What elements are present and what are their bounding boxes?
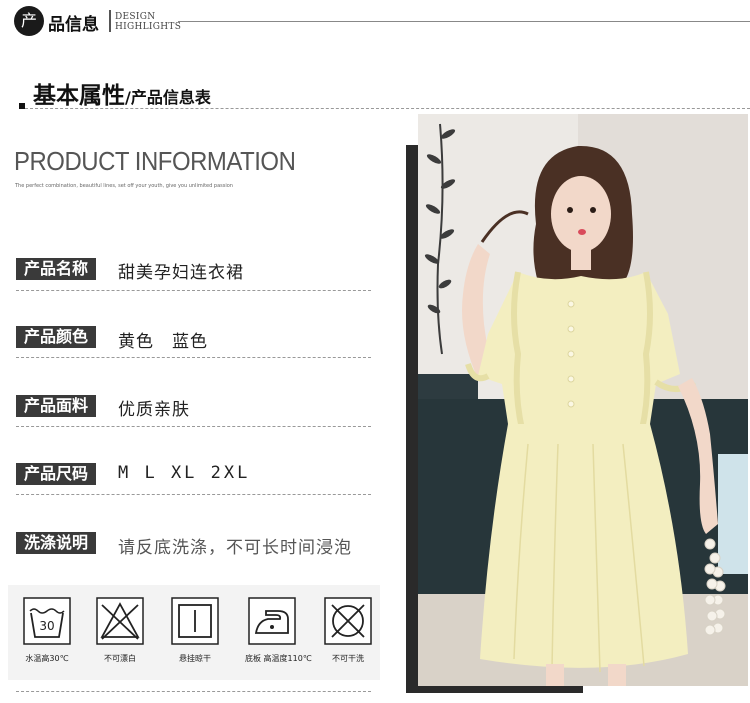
- care-caption: 底板 高温度110℃: [245, 654, 312, 663]
- no-bleach-icon: [96, 597, 144, 645]
- value-size: M L XL 2XL: [118, 463, 251, 483]
- model-dress-illustration: [418, 114, 748, 686]
- header-divider: [109, 10, 111, 32]
- header-english: DESIGN HIGHLIGHTS: [115, 12, 181, 32]
- iron-110-icon: [248, 597, 296, 645]
- bottom-rule: [16, 691, 371, 692]
- label-name: 产品名称: [16, 258, 96, 280]
- header-english-line1: DESIGN: [115, 12, 156, 22]
- care-caption: 水温高30℃: [25, 654, 69, 663]
- no-dry-clean-icon: [324, 597, 372, 645]
- care-caption: 悬挂晾干: [179, 654, 211, 663]
- product-info-tagline: The perfect combination, beautiful lines…: [15, 183, 233, 189]
- care-item-dryclean: 不可干洗: [321, 597, 375, 664]
- value-color: 黄色 蓝色: [118, 332, 208, 352]
- value-name: 甜美孕妇连衣裙: [118, 263, 244, 283]
- care-item-iron: 底板 高温度110℃: [245, 597, 312, 664]
- section-rule: [25, 108, 750, 109]
- label-size: 产品尺码: [16, 463, 96, 485]
- label-washing: 洗涤说明: [16, 532, 96, 554]
- product-info-heading: PRODUCT INFORMATION: [14, 146, 296, 176]
- care-caption: 不可漂白: [104, 654, 136, 663]
- wash-30-icon: 30: [23, 597, 71, 645]
- value-washing: 请反底洗涤，不可长时间浸泡: [118, 538, 352, 558]
- section-title: 基本属性/产品信息表: [33, 76, 211, 110]
- care-caption: 不可干洗: [332, 654, 364, 663]
- section-subtitle: /产品信息表: [125, 88, 211, 107]
- product-photo: [418, 114, 748, 686]
- label-color: 产品颜色: [16, 326, 96, 348]
- row-divider: [16, 290, 371, 291]
- wash-temp-text: 30: [39, 619, 54, 633]
- hang-dry-icon: [171, 597, 219, 645]
- header-badge: 产: [14, 6, 44, 36]
- label-fabric: 产品面料: [16, 395, 96, 417]
- care-item-bleach: 不可漂白: [93, 597, 147, 664]
- header-title: 品信息: [48, 15, 99, 35]
- care-item-dry: 悬挂晾干: [168, 597, 222, 664]
- header-english-line2: HIGHLIGHTS: [115, 22, 182, 32]
- row-divider: [16, 357, 371, 358]
- header-rule: [178, 21, 750, 22]
- value-fabric: 优质亲肤: [118, 400, 190, 420]
- row-divider: [16, 426, 371, 427]
- row-divider: [16, 494, 371, 495]
- care-item-wash: 30 水温高30℃: [20, 597, 74, 664]
- section-title-main: 基本属性: [33, 83, 125, 109]
